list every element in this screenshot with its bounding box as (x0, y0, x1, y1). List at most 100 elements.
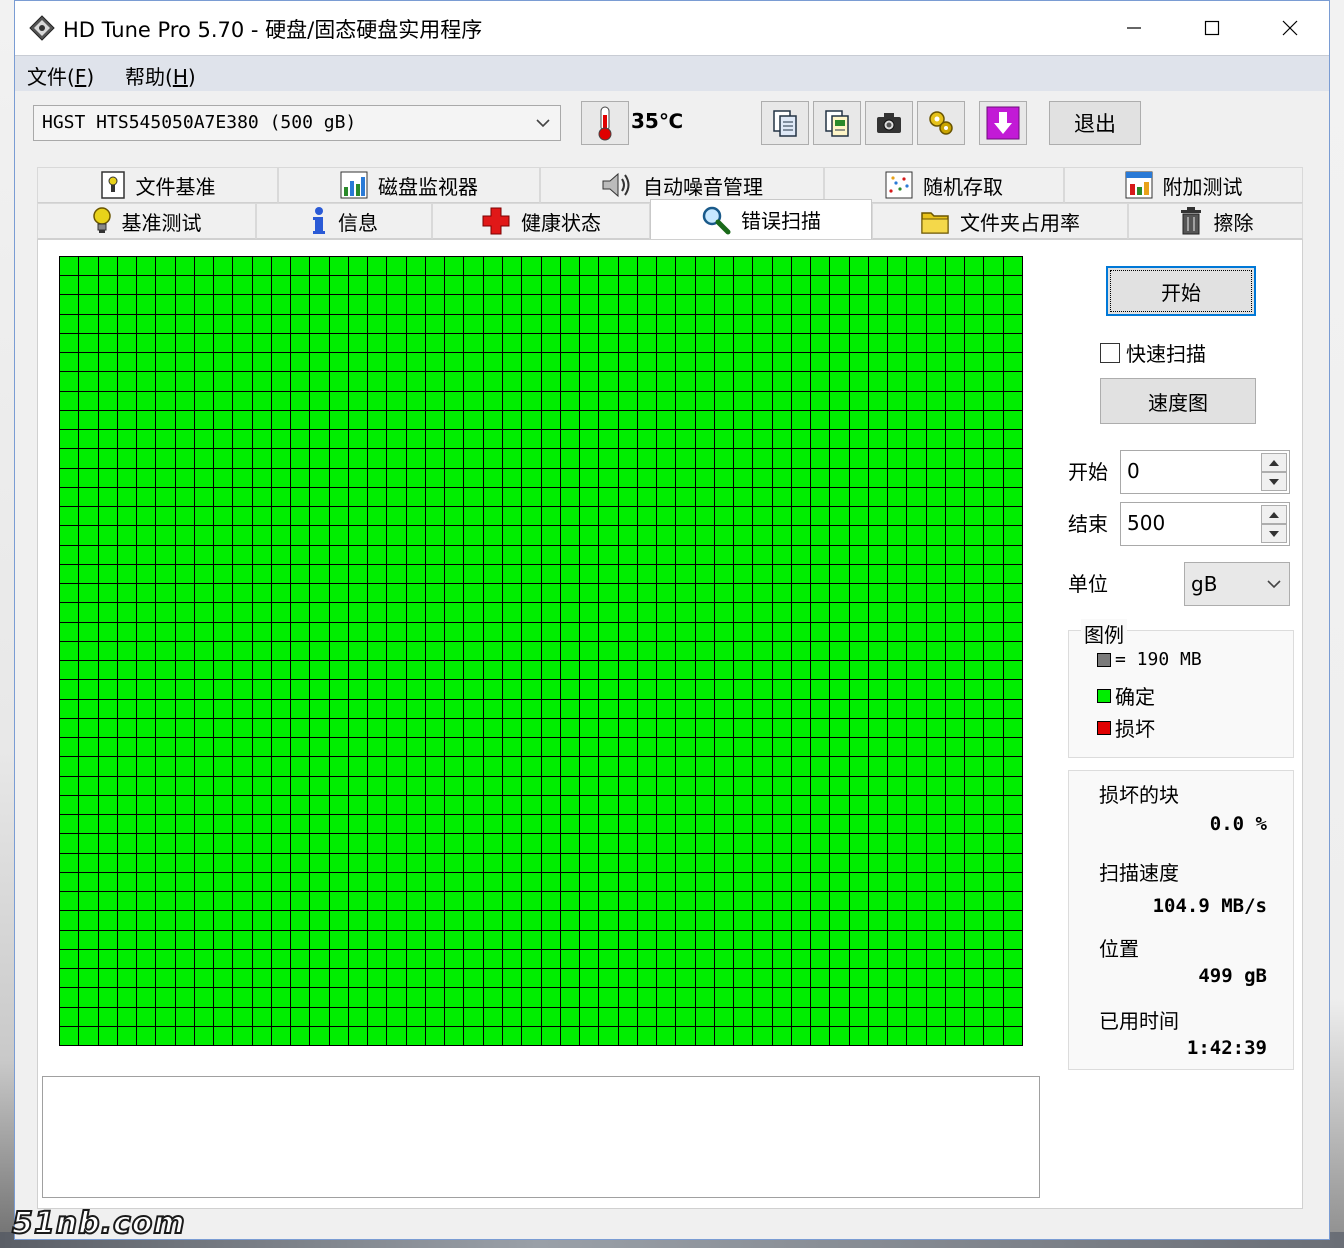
scan-block (464, 545, 483, 564)
speed-map-button[interactable]: 速度图 (1100, 378, 1256, 424)
start-spin-up[interactable] (1261, 453, 1287, 472)
scan-block (676, 1007, 695, 1026)
scan-block (60, 276, 79, 295)
end-spin-down[interactable] (1261, 524, 1287, 543)
scan-block (98, 295, 117, 314)
scan-block (522, 949, 541, 969)
tab-health[interactable]: 健康状态 (432, 203, 650, 239)
scan-block (753, 564, 772, 584)
scan-block (348, 1007, 368, 1026)
scan-log-area[interactable] (42, 1076, 1040, 1198)
scan-block (791, 699, 811, 718)
scan-block (926, 603, 945, 622)
scan-block (926, 257, 945, 276)
title-bar[interactable]: HD Tune Pro 5.70 - 硬盘/固态硬盘实用程序 (15, 1, 1329, 55)
scan-block (348, 930, 368, 949)
start-spin-down[interactable] (1261, 472, 1287, 491)
scan-block (984, 622, 1003, 641)
end-spin-up[interactable] (1261, 505, 1287, 524)
copy-all-button[interactable] (813, 101, 861, 145)
scan-block (599, 333, 618, 353)
scan-block (1003, 449, 1022, 468)
scan-block (368, 584, 387, 603)
scan-block (580, 757, 599, 776)
scan-block (1003, 757, 1022, 776)
save-button[interactable] (979, 101, 1027, 145)
scan-block (714, 699, 734, 718)
scan-block (560, 314, 580, 333)
scan-block (560, 468, 580, 487)
scan-block (695, 430, 714, 449)
scan-block (541, 949, 560, 969)
exit-button[interactable]: 退出 (1049, 101, 1141, 145)
minimize-button[interactable] (1095, 1, 1173, 55)
scan-block (772, 949, 791, 969)
scan-block (714, 680, 734, 699)
menu-help[interactable]: 帮助(H) (125, 61, 196, 90)
screenshot-button[interactable] (865, 101, 913, 145)
tab-random-access[interactable]: 随机存取 (824, 167, 1064, 203)
scan-block (965, 853, 984, 872)
scan-block (599, 276, 618, 295)
scan-block (560, 276, 580, 295)
scan-block (714, 295, 734, 314)
scan-block (791, 872, 811, 892)
tab-folder-usage[interactable]: 文件夹占用率 (872, 203, 1128, 239)
scan-block (541, 333, 560, 353)
scan-block (291, 815, 310, 834)
scan-block (637, 699, 657, 718)
scan-block (502, 661, 522, 680)
copy-button[interactable] (761, 101, 809, 145)
scan-block (676, 930, 695, 949)
scan-block (445, 892, 464, 911)
temperature-button[interactable] (581, 101, 629, 145)
scan-block (156, 872, 175, 892)
scan-block (271, 353, 291, 372)
unit-select[interactable]: gB (1184, 562, 1290, 606)
scan-block (907, 276, 926, 295)
scan-block (425, 1026, 445, 1045)
start-field[interactable]: 0 (1120, 450, 1290, 494)
scan-block (329, 738, 348, 757)
start-scan-button[interactable]: 开始 (1106, 266, 1256, 316)
tab-aam[interactable]: 自动噪音管理 (540, 167, 824, 203)
scan-block (1003, 314, 1022, 333)
drive-select[interactable]: HGST HTS545050A7E380 (500 gB) (33, 105, 561, 141)
maximize-button[interactable] (1173, 1, 1251, 55)
scan-block (1003, 911, 1022, 930)
scan-block (522, 930, 541, 949)
close-button[interactable] (1251, 1, 1329, 55)
scan-block (175, 718, 194, 738)
tab-error-scan[interactable]: 错误扫描 (650, 199, 872, 239)
scan-block (502, 1007, 522, 1026)
scan-block (117, 276, 137, 295)
tab-benchmark[interactable]: 基准测试 (37, 203, 256, 239)
quick-scan-option[interactable]: 快速扫描 (1100, 338, 1206, 367)
options-button[interactable] (917, 101, 965, 145)
tab-erase[interactable]: 擦除 (1128, 203, 1303, 239)
scan-block (348, 584, 368, 603)
scan-block (580, 776, 599, 795)
menu-file[interactable]: 文件(F) (27, 61, 94, 90)
scan-block (137, 603, 156, 622)
menu-bar: 文件(F) 帮助(H) (15, 55, 1329, 91)
scan-block (849, 969, 868, 988)
scan-block (329, 603, 348, 622)
scan-block (368, 564, 387, 584)
quick-scan-checkbox[interactable] (1100, 342, 1120, 363)
tab-info[interactable]: 信息 (256, 203, 432, 239)
end-field[interactable]: 500 (1120, 502, 1290, 546)
tab-disk-monitor[interactable]: 磁盘监视器 (278, 167, 540, 203)
scan-block (117, 353, 137, 372)
scan-block (734, 257, 753, 276)
scan-block (368, 699, 387, 718)
scan-block (175, 257, 194, 276)
tab-file-benchmark[interactable]: 文件基准 (37, 167, 278, 203)
scan-block (291, 930, 310, 949)
scan-block (214, 1026, 233, 1045)
scan-block (483, 738, 502, 757)
scan-block (888, 410, 907, 430)
scan-block (117, 314, 137, 333)
scan-block (637, 738, 657, 757)
tab-extra-tests[interactable]: 附加测试 (1064, 167, 1303, 203)
